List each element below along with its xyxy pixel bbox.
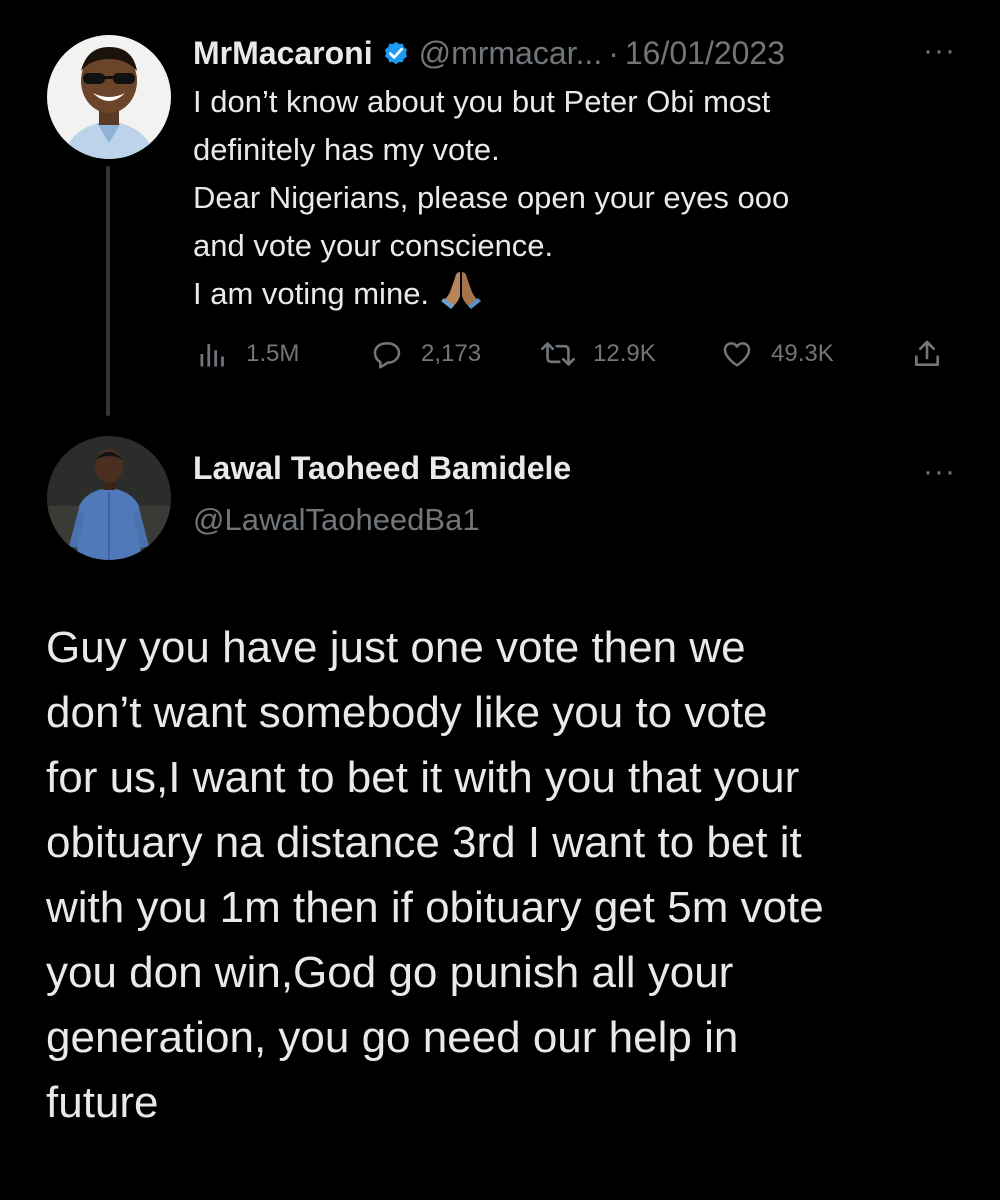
reply-line: generation, you go need our help in	[46, 1013, 739, 1062]
reply-line: with you 1m then if obituary get 5m vote	[46, 883, 824, 932]
like-count: 49.3K	[771, 340, 834, 367]
tweet-header: MrMacaroni @mrmacar... · 16/01/2023	[193, 28, 973, 78]
views-count: 1.5M	[246, 340, 300, 367]
tweet-actions-bar: 1.5M 2,173 12.9K 49.3K	[193, 332, 953, 376]
reply-author-handle[interactable]: @LawalTaoheedBa1	[193, 502, 480, 538]
tweet-text: I don’t know about you but Peter Obi mos…	[193, 78, 953, 324]
retweet-button[interactable]: 12.9K	[541, 332, 656, 376]
thread-connector-line	[106, 166, 110, 416]
tweet-line: definitely has my vote.	[193, 132, 500, 167]
views-button[interactable]: 1.5M	[198, 332, 299, 376]
reply-button[interactable]: 2,173	[371, 332, 481, 376]
verified-badge-icon	[381, 38, 411, 68]
separator-dot: ·	[608, 34, 619, 71]
reply-line: for us,I want to bet it with you that yo…	[46, 753, 800, 802]
avatar[interactable]	[47, 35, 171, 159]
reply-text: Guy you have just one vote then we don’t…	[46, 615, 976, 1135]
tweet-line: I am voting mine.	[193, 276, 430, 311]
tweet-line-last: I am voting mine.	[193, 270, 953, 324]
reply-line: future	[46, 1078, 159, 1127]
reply-line: Guy you have just one vote then we	[46, 623, 746, 672]
tweet-line: Dear Nigerians, please open your eyes oo…	[193, 180, 790, 215]
more-options-icon[interactable]: ···	[923, 34, 956, 68]
author-handle[interactable]: @mrmacar...	[419, 35, 603, 72]
reply-line: obituary na distance 3rd I want to bet i…	[46, 818, 802, 867]
reply-line: don’t want somebody like you to vote	[46, 688, 768, 737]
share-icon	[915, 340, 939, 366]
views-chart-icon	[200, 344, 224, 367]
like-button[interactable]: 49.3K	[721, 332, 834, 376]
folded-hands-icon	[439, 270, 483, 324]
tweet-line: and vote your conscience.	[193, 228, 554, 263]
more-options-icon[interactable]: ···	[923, 455, 956, 489]
retweet-count: 12.9K	[593, 340, 656, 367]
author-name[interactable]: MrMacaroni	[193, 35, 373, 72]
share-button[interactable]	[911, 332, 961, 376]
reply-line: you don win,God go punish all your	[46, 948, 734, 997]
avatar[interactable]	[47, 436, 171, 560]
heart-icon	[723, 342, 751, 367]
reply-icon	[373, 342, 401, 369]
retweet-icon	[541, 342, 575, 366]
tweet-date[interactable]: 16/01/2023	[625, 35, 785, 72]
tweet-line: I don’t know about you but Peter Obi mos…	[193, 84, 771, 119]
reply-count: 2,173	[421, 340, 482, 367]
reply-author-name[interactable]: Lawal Taoheed Bamidele	[193, 450, 571, 487]
